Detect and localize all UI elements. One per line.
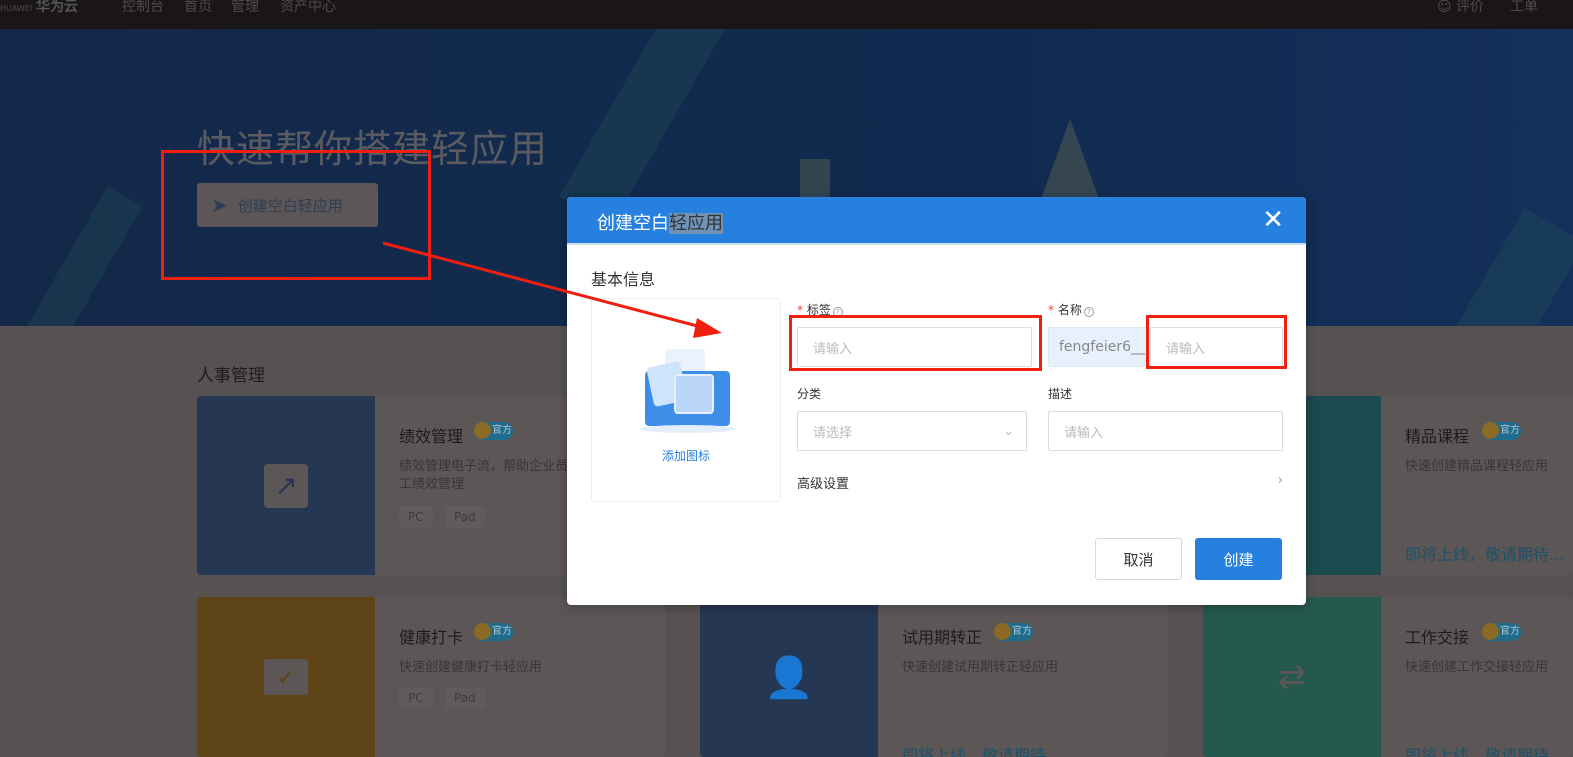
annotation-arrow	[382, 241, 722, 338]
